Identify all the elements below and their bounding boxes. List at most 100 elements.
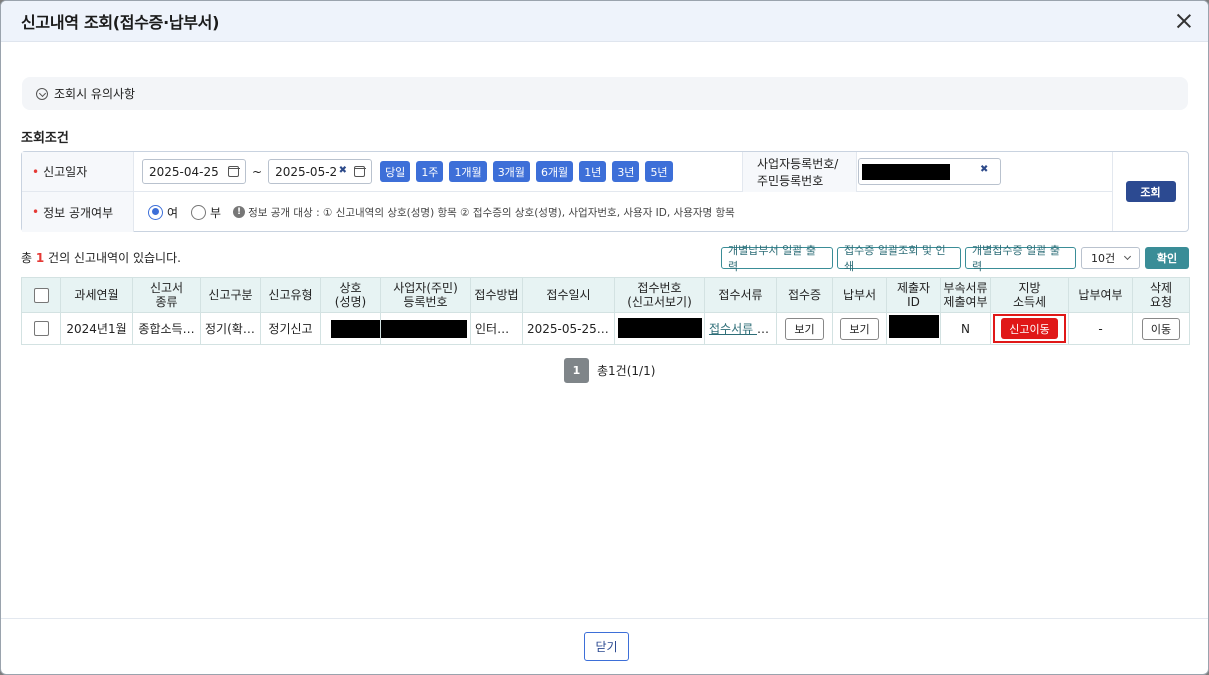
notice-label: 조회시 유의사항 [54, 87, 136, 101]
col-header: 사업자(주민) 등록번호 [380, 277, 471, 313]
search-condition-title: 조회조건 [21, 131, 69, 146]
col-header: 접수번호 (신고서보기) [614, 277, 705, 313]
disclosure-label: • 정보 공개여부 [22, 192, 134, 232]
cell-category: 정기(확정) [200, 312, 261, 345]
radio-no[interactable]: 부 [191, 204, 221, 221]
print-payment-bulk-button[interactable]: 개별납부서 일괄 출력 [721, 244, 833, 273]
result-count: 1 [35, 251, 45, 265]
payment-view-button[interactable]: 보기 [840, 317, 879, 340]
biz-number-input[interactable]: ✖ [858, 158, 1001, 185]
pagination: 1 총1건(1/1) [564, 358, 655, 383]
redacted-value [618, 318, 702, 338]
disclosure-note-text: 정보 공개 대상 : ① 신고내역의 상호(성명) 항목 ② 접수증의 상호(성… [248, 206, 735, 219]
col-header: 상호 (성명) [320, 277, 381, 313]
receipt-view-button[interactable]: 보기 [785, 317, 824, 340]
result-summary: 총 1 건의 신고내역이 있습니다. [21, 249, 181, 266]
local-tax-move-button[interactable]: 신고이동 [1001, 318, 1058, 339]
radio-no-label: 부 [210, 205, 222, 220]
biz-number-label-line2: 주민등록번호 [757, 174, 824, 188]
period-5year-button[interactable]: 5년 [645, 161, 673, 182]
radio-no-icon[interactable] [191, 204, 207, 220]
summary-prefix: 총 [21, 251, 36, 265]
period-6month-button[interactable]: 6개월 [535, 161, 574, 182]
col-header: 접수일시 [522, 277, 615, 313]
col-header: 납부여부 [1068, 277, 1133, 313]
biz-number-label: 사업자등록번호/ 주민등록번호 [742, 152, 857, 192]
period-1week-button[interactable]: 1주 [416, 161, 444, 182]
calendar-icon[interactable] [353, 166, 366, 177]
col-header: 삭제 요청 [1132, 277, 1190, 313]
col-header: 납부서 [832, 277, 887, 313]
date-to-value: 2025-05-2 [275, 164, 338, 179]
col-header: 접수서류 [704, 277, 777, 313]
select-all-checkbox[interactable] [33, 287, 49, 303]
required-mark: • [32, 164, 40, 179]
redacted-value [862, 164, 950, 180]
cell-documents: 접수서류 9종 [704, 312, 777, 345]
col-header: 접수방법 [470, 277, 523, 313]
period-1month-button[interactable]: 1개월 [449, 161, 487, 182]
date-label: • 신고일자 [22, 152, 134, 191]
page-size-select[interactable]: 10건 [1081, 247, 1140, 269]
cell-receipt: 보기 [776, 312, 833, 345]
clear-icon[interactable]: ✖ [339, 165, 347, 176]
search-button[interactable]: 조회 [1125, 181, 1176, 202]
print-receipt-bulk-button[interactable]: 개별접수증 일괄 출력 [965, 244, 1076, 273]
cell-received-at: 2025-05-25 … [522, 312, 615, 345]
date-from-value: 2025-04-25 [149, 164, 219, 179]
page-button[interactable]: 1 [564, 358, 589, 383]
cell-registration-number [380, 312, 471, 345]
cell-method: 인터넷… [470, 312, 523, 345]
header-select-all[interactable] [21, 277, 61, 313]
row-checkbox[interactable] [33, 321, 49, 336]
close-icon[interactable] [1174, 11, 1194, 31]
search-column: 조회 [1112, 152, 1188, 231]
cell-local-tax: 신고이동 [990, 312, 1069, 345]
col-header: 제출자 ID [886, 277, 941, 313]
notice-toggle[interactable]: 조회시 유의사항 [22, 77, 1188, 110]
cell-attachment: N [940, 312, 991, 345]
delete-request-button[interactable]: 이동 [1141, 317, 1181, 340]
chevron-down-icon [1123, 252, 1132, 261]
period-buttons: 당일 1주 1개월 3개월 6개월 1년 3년 5년 [380, 161, 679, 182]
cell-payment: 보기 [832, 312, 887, 345]
date-to-input[interactable]: 2025-05-2 ✖ [268, 159, 373, 184]
highlight-box: 신고이동 [993, 314, 1066, 343]
modal-footer: 닫기 [1, 618, 1208, 674]
cell-report-type: 종합소득… [132, 312, 201, 345]
cell-company-name [320, 312, 381, 345]
cell-receipt-number[interactable] [614, 312, 705, 345]
cell-period: 2024년1월 [60, 312, 133, 345]
row-select-cell[interactable] [21, 312, 61, 345]
table-header-row: 과세연월 신고서 종류 신고구분 신고유형 상호 (성명) 사업자(주민) 등록… [21, 277, 1190, 313]
disclosure-row: • 정보 공개여부 여 부 ! 정보 공개 대상 : ① 신고내역의 상호(성명… [22, 192, 1113, 232]
col-header: 과세연월 [60, 277, 133, 313]
biz-number-label-line1: 사업자등록번호/ [757, 157, 839, 171]
modal-title: 신고내역 조회(접수증·납부서) [21, 13, 220, 32]
disclosure-label-text: 정보 공개여부 [43, 205, 114, 220]
required-mark: • [32, 205, 40, 219]
period-3year-button[interactable]: 3년 [612, 161, 640, 182]
radio-yes[interactable]: 여 [148, 204, 178, 221]
report-table: 과세연월 신고서 종류 신고구분 신고유형 상호 (성명) 사업자(주민) 등록… [21, 277, 1190, 345]
confirm-button[interactable]: 확인 [1145, 247, 1189, 269]
date-row: • 신고일자 2025-04-25 ~ 2025-05-2 ✖ 당일 1주 1개… [22, 152, 1113, 192]
pagination-total: 총1건(1/1) [597, 364, 656, 378]
chevron-down-icon [36, 87, 48, 100]
documents-link[interactable]: 접수서류 9종 [709, 322, 776, 336]
close-button[interactable]: 닫기 [584, 632, 629, 661]
calendar-icon[interactable] [227, 166, 240, 177]
period-1year-button[interactable]: 1년 [579, 161, 607, 182]
disclosure-note: ! 정보 공개 대상 : ① 신고내역의 상호(성명) 항목 ② 접수증의 상호… [233, 205, 735, 220]
col-header: 접수증 [776, 277, 833, 313]
clear-icon[interactable]: ✖ [980, 164, 988, 175]
col-header: 부속서류 제출여부 [940, 277, 991, 313]
page-size-value: 10건 [1091, 252, 1116, 265]
col-header: 지방 소득세 [990, 277, 1069, 313]
date-from-input[interactable]: 2025-04-25 [142, 159, 246, 184]
redacted-value [331, 320, 380, 338]
period-today-button[interactable]: 당일 [380, 161, 411, 182]
receipt-bulk-view-button[interactable]: 접수증 일괄조회 및 인쇄 [837, 244, 961, 273]
period-3month-button[interactable]: 3개월 [492, 161, 530, 182]
radio-yes-icon[interactable] [148, 204, 163, 220]
